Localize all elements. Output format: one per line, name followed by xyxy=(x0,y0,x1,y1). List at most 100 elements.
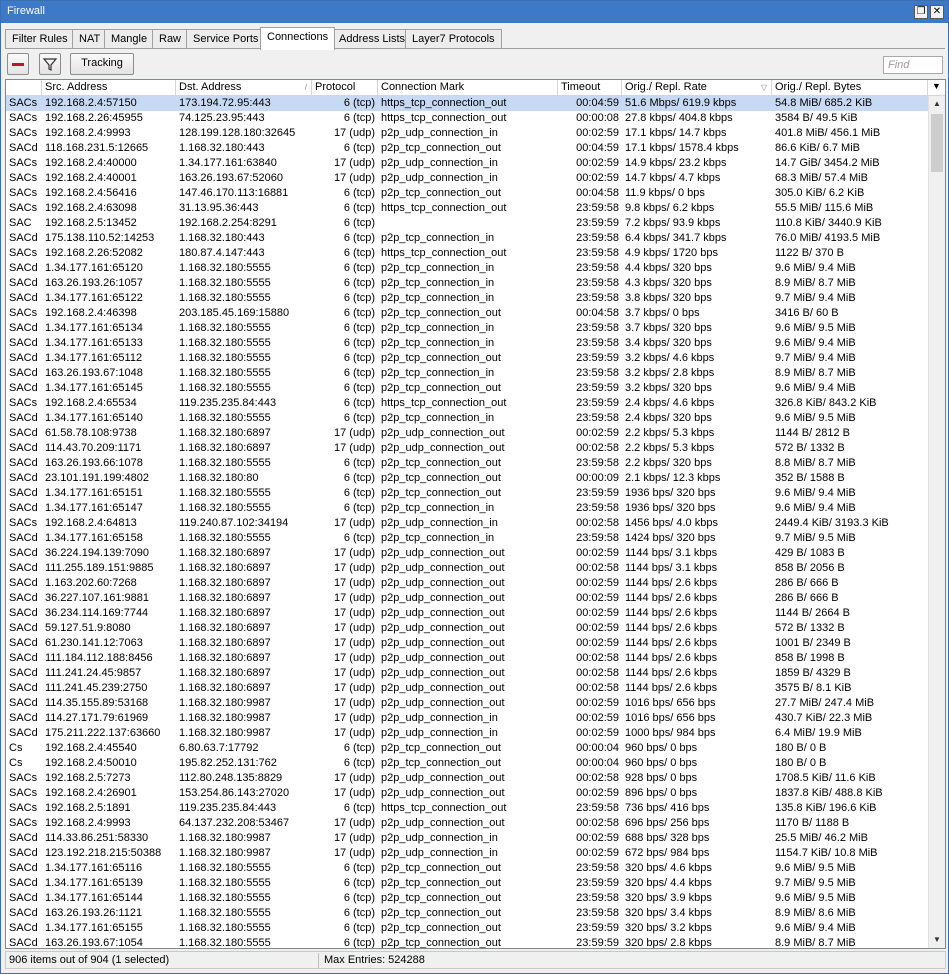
table-row[interactable]: SACd 1.34.177.161:65139 1.168.32.180:5555 6… xyxy=(6,876,928,891)
table-row[interactable]: SACs 192.168.2.5:1891 119.235.235.84:443 6 … xyxy=(6,801,928,816)
cell-orig-repl-bytes: 1001 B/ 2349 B xyxy=(775,637,851,649)
table-row[interactable]: SACd 61.230.141.12:7063 1.168.32.180:6897 1… xyxy=(6,636,928,651)
table-row[interactable]: SACs 192.168.2.4:56416 147.46.170.113:1688… xyxy=(6,186,928,201)
title-bar[interactable]: Firewall ❐ ✕ xyxy=(1,1,948,23)
table-row[interactable]: SACd 1.34.177.161:65122 1.168.32.180:5555 6… xyxy=(6,291,928,306)
table-row[interactable]: SACd 175.211.222.137:63660 1.168.32.180:99… xyxy=(6,726,928,741)
table-row[interactable]: SACd 114.43.70.209:1171 1.168.32.180:6897 1… xyxy=(6,441,928,456)
table-row[interactable]: SACd 1.163.202.60:7268 1.168.32.180:6897 17… xyxy=(6,576,928,591)
table-row[interactable]: SACd 1.34.177.161:65116 1.168.32.180:5555 6… xyxy=(6,861,928,876)
cell-src-address: 114.35.155.89:53168 xyxy=(45,697,149,709)
scroll-down-icon[interactable]: ▼ xyxy=(929,932,945,948)
table-row[interactable]: SACd 1.34.177.161:65112 1.168.32.180:5555 6… xyxy=(6,351,928,366)
table-row[interactable]: SAC 192.168.2.5:13452 192.168.2.254:8291 6 … xyxy=(6,216,928,231)
tab-filter-rules[interactable]: Filter Rules xyxy=(5,29,75,49)
column-header-orig-repl-rate[interactable]: Orig./ Repl. Rate ▽ xyxy=(622,80,772,96)
table-row[interactable]: SACd 1.34.177.161:65144 1.168.32.180:5555 6… xyxy=(6,891,928,906)
table-row[interactable]: SACd 111.241.45.239:2750 1.168.32.180:6897… xyxy=(6,681,928,696)
tab-layer7-protocols[interactable]: Layer7 Protocols xyxy=(405,29,502,49)
cell-protocol: 6 (tcp) xyxy=(343,742,375,754)
vertical-scrollbar[interactable]: ▲ ▼ xyxy=(928,96,945,948)
column-header-protocol[interactable]: Protocol xyxy=(312,80,378,96)
column-header-dst-address[interactable]: Dst. Address / xyxy=(176,80,312,96)
table-row[interactable]: SACd 123.192.218.215:50388 1.168.32.180:99… xyxy=(6,846,928,861)
table-row[interactable]: SACs 192.168.2.26:52082 180.87.4.147:443 6 … xyxy=(6,246,928,261)
table-row[interactable]: SACs 192.168.2.4:26901 153.254.86.143:2702… xyxy=(6,786,928,801)
table-row[interactable]: SACd 163.26.193.67:1048 1.168.32.180:5555 6… xyxy=(6,366,928,381)
table-row[interactable]: SACd 1.34.177.161:65133 1.168.32.180:5555 6… xyxy=(6,336,928,351)
table-row[interactable]: SACd 1.34.177.161:65151 1.168.32.180:5555 6… xyxy=(6,486,928,501)
tab-raw[interactable]: Raw xyxy=(152,29,189,49)
cell-protocol: 6 (tcp) xyxy=(343,397,375,409)
table-row[interactable]: SACd 118.168.231.5:12665 1.168.32.180:443 6… xyxy=(6,141,928,156)
cell-dst-address: 1.168.32.180:5555 xyxy=(179,862,271,874)
table-row[interactable]: SACd 163.26.193.66:1078 1.168.32.180:5555 6… xyxy=(6,456,928,471)
table-row[interactable]: SACd 1.34.177.161:65134 1.168.32.180:5555 6… xyxy=(6,321,928,336)
cell-connection-mark: p2p_tcp_connection_in xyxy=(381,502,495,514)
cell-src-address: 36.227.107.161:9881 xyxy=(45,592,149,604)
table-row[interactable]: SACd 36.234.114.169:7744 1.168.32.180:6897… xyxy=(6,606,928,621)
close-icon[interactable]: ✕ xyxy=(930,5,944,19)
table-row[interactable]: SACd 1.34.177.161:65140 1.168.32.180:5555 6… xyxy=(6,411,928,426)
table-row[interactable]: SACs 192.168.2.4:65534 119.235.235.84:443 6… xyxy=(6,396,928,411)
table-row[interactable]: SACd 36.227.107.161:9881 1.168.32.180:6897… xyxy=(6,591,928,606)
table-row[interactable]: SACd 1.34.177.161:65147 1.168.32.180:5555 6… xyxy=(6,501,928,516)
tab-mangle[interactable]: Mangle xyxy=(104,29,155,49)
table-row[interactable]: SACd 36.224.194.139:7090 1.168.32.180:6897… xyxy=(6,546,928,561)
column-header-connection-mark[interactable]: Connection Mark xyxy=(378,80,558,96)
table-row[interactable]: SACd 111.255.189.151:9885 1.168.32.180:689… xyxy=(6,561,928,576)
tab-nat[interactable]: NAT xyxy=(72,29,108,49)
table-row[interactable]: SACd 61.58.78.108:9738 1.168.32.180:6897 17… xyxy=(6,426,928,441)
column-menu-icon[interactable]: ▼ xyxy=(928,80,945,96)
table-row[interactable]: SACd 23.101.191.199:4802 1.168.32.180:80 6 … xyxy=(6,471,928,486)
table-row[interactable]: SACs 192.168.2.4:63098 31.13.95.36:443 6 (t… xyxy=(6,201,928,216)
table-row[interactable]: SACs 192.168.2.4:40000 1.34.177.161:63840 1… xyxy=(6,156,928,171)
cell-protocol: 6 (tcp) xyxy=(343,472,375,484)
table-row[interactable]: SACd 1.34.177.161:65155 1.168.32.180:5555 6… xyxy=(6,921,928,936)
table-row[interactable]: SACs 192.168.2.4:46398 203.185.45.169:1588… xyxy=(6,306,928,321)
table-row[interactable]: SACs 192.168.2.4:9993 128.199.128.180:3264… xyxy=(6,126,928,141)
filter-button[interactable] xyxy=(39,53,61,75)
cell-dst-address: 1.168.32.180:5555 xyxy=(179,907,271,919)
table-row[interactable]: SACd 59.127.51.9:8080 1.168.32.180:6897 17 … xyxy=(6,621,928,636)
column-header-src-address[interactable]: Src. Address xyxy=(42,80,176,96)
table-row[interactable]: SACs 192.168.2.4:64813 119.240.87.102:3419… xyxy=(6,516,928,531)
cell-flags: SACs xyxy=(9,802,38,814)
cell-flags: SACs xyxy=(9,247,38,259)
cell-timeout: 23:59:58 xyxy=(576,322,619,334)
table-row[interactable]: SACd 114.27.171.79:61969 1.168.32.180:9987… xyxy=(6,711,928,726)
table-row[interactable]: SACs 192.168.2.4:57150 173.194.72.95:443 6 … xyxy=(6,96,928,111)
table-row[interactable]: Cs 192.168.2.4:45540 6.80.63.7:17792 6 (tcp… xyxy=(6,741,928,756)
table-row[interactable]: SACs 192.168.2.4:40001 163.26.193.67:52060… xyxy=(6,171,928,186)
table-row[interactable]: Cs 192.168.2.4:50010 195.82.252.131:762 6 (… xyxy=(6,756,928,771)
cell-src-address: 163.26.193.26:1121 xyxy=(45,907,143,919)
table-row[interactable]: SACd 175.138.110.52:14253 1.168.32.180:443… xyxy=(6,231,928,246)
scrollbar-thumb[interactable] xyxy=(931,114,943,172)
table-row[interactable]: SACd 114.35.155.89:53168 1.168.32.180:9987… xyxy=(6,696,928,711)
scroll-up-icon[interactable]: ▲ xyxy=(929,96,945,112)
table-row[interactable]: SACs 192.168.2.4:9993 64.137.232.208:53467… xyxy=(6,816,928,831)
tab-service-ports[interactable]: Service Ports xyxy=(186,29,266,49)
cell-timeout: 00:02:59 xyxy=(576,697,619,709)
column-header-orig-repl-bytes[interactable]: Orig./ Repl. Bytes xyxy=(772,80,928,96)
table-row[interactable]: SACd 163.26.193.26:1057 1.168.32.180:5555 6… xyxy=(6,276,928,291)
table-row[interactable]: SACd 1.34.177.161:65145 1.168.32.180:5555 6… xyxy=(6,381,928,396)
table-row[interactable]: SACd 1.34.177.161:65120 1.168.32.180:5555 6… xyxy=(6,261,928,276)
table-row[interactable]: SACs 192.168.2.26:45955 74.125.23.95:443 6 … xyxy=(6,111,928,126)
column-header-flags[interactable] xyxy=(6,80,42,96)
column-header-timeout[interactable]: Timeout xyxy=(558,80,622,96)
table-row[interactable]: SACs 192.168.2.5:7273 112.80.248.135:8829 1… xyxy=(6,771,928,786)
tab-address-lists[interactable]: Address Lists xyxy=(332,29,413,49)
tab-connections[interactable]: Connections xyxy=(260,27,336,50)
table-row[interactable]: SACd 1.34.177.161:65158 1.168.32.180:5555 6… xyxy=(6,531,928,546)
table-row[interactable]: SACd 114.33.86.251:58330 1.168.32.180:9987… xyxy=(6,831,928,846)
cell-protocol: 6 (tcp) xyxy=(343,367,375,379)
remove-button[interactable] xyxy=(7,53,29,75)
table-row[interactable]: SACd 163.26.193.67:1054 1.168.32.180:5555 6… xyxy=(6,936,928,948)
table-row[interactable]: SACd 163.26.193.26:1121 1.168.32.180:5555 6… xyxy=(6,906,928,921)
find-input[interactable]: Find xyxy=(883,56,943,74)
restore-icon[interactable]: ❐ xyxy=(914,5,928,19)
tracking-button[interactable]: Tracking xyxy=(70,53,134,75)
table-row[interactable]: SACd 111.184.112.188:8456 1.168.32.180:689… xyxy=(6,651,928,666)
table-row[interactable]: SACd 111.241.24.45:9857 1.168.32.180:6897 1… xyxy=(6,666,928,681)
